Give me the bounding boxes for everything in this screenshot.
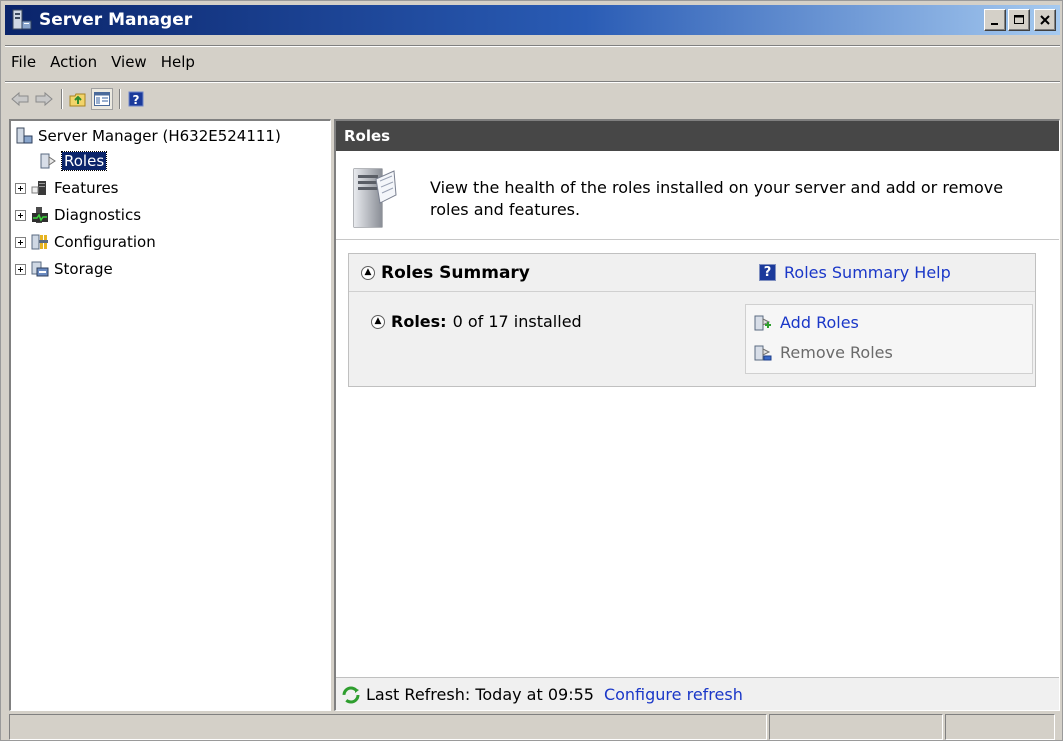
intro-section: View the health of the roles installed o… (350, 165, 1010, 231)
remove-roles-icon (754, 345, 772, 360)
tree-item-label: Roles (60, 151, 108, 171)
menu-help[interactable]: Help (154, 51, 202, 73)
help-button[interactable]: ? (125, 88, 147, 110)
last-refresh-text: Last Refresh: Today at 09:55 (366, 685, 594, 704)
expand-icon[interactable] (15, 236, 26, 248)
remove-roles-label: Remove Roles (780, 343, 893, 362)
roles-summary-header: ▲ Roles Summary ? Roles Summary Help (349, 254, 1035, 292)
forward-arrow-icon (35, 91, 53, 107)
collapse-icon[interactable]: ▲ (361, 265, 375, 280)
diagnostics-icon (32, 207, 48, 223)
help-icon: ? (759, 264, 776, 281)
menu-view[interactable]: View (104, 51, 154, 73)
refresh-icon (342, 686, 360, 703)
minimize-icon (991, 23, 998, 25)
caption-buttons (982, 9, 1056, 31)
configuration-icon (31, 234, 48, 250)
roles-label: Roles: (391, 312, 447, 331)
tree-root[interactable]: Server Manager (H632E524111) (15, 123, 281, 149)
status-cell-2 (769, 714, 943, 740)
svg-text:?: ? (133, 93, 140, 107)
tree-root-label: Server Manager (H632E524111) (38, 127, 281, 145)
configure-refresh-link[interactable]: Configure refresh (604, 685, 743, 704)
back-button[interactable] (9, 88, 31, 110)
server-roles-icon (353, 168, 397, 228)
tree-item-diagnostics[interactable]: Diagnostics (15, 202, 141, 228)
tree-item-roles[interactable]: Roles (39, 148, 108, 174)
content-header: Roles (336, 121, 1059, 151)
status-cell-3 (945, 714, 1055, 740)
back-arrow-icon (11, 91, 29, 107)
storage-icon (31, 261, 49, 277)
show-hide-tree-icon (94, 92, 110, 106)
tree-item-label: Diagnostics (54, 206, 142, 224)
divider (5, 45, 1060, 47)
roles-summary-title: Roles Summary (381, 262, 530, 283)
tree-item-label: Features (54, 179, 119, 197)
console-tree: Server Manager (H632E524111) Roles Featu… (9, 119, 331, 711)
toolbar-separator (61, 89, 63, 109)
add-roles-icon (754, 315, 771, 330)
up-one-level-button[interactable] (67, 88, 89, 110)
title-bar[interactable]: Server Manager (5, 5, 1060, 35)
tree-item-storage[interactable]: Storage (15, 256, 113, 282)
server-manager-window: Server Manager File Action View Help ? S… (0, 0, 1063, 741)
roles-installed-count: 0 of 17 installed (452, 312, 582, 331)
expand-icon[interactable] (15, 182, 26, 194)
divider (336, 239, 1059, 240)
tree-item-configuration[interactable]: Configuration (15, 229, 156, 255)
menu-file[interactable]: File (5, 51, 43, 73)
divider (5, 81, 1060, 83)
roles-summary-section: ▲ Roles Summary ? Roles Summary Help ▲ R… (348, 253, 1036, 387)
maximize-icon (1014, 15, 1024, 24)
toolbar-separator (119, 89, 121, 109)
menu-bar: File Action View Help (5, 49, 202, 75)
roles-summary-help-link[interactable]: ? Roles Summary Help (759, 263, 951, 282)
show-hide-console-tree-button[interactable] (91, 88, 113, 110)
intro-text: View the health of the roles installed o… (430, 178, 1004, 219)
server-manager-icon (16, 127, 33, 144)
close-icon (1040, 15, 1050, 25)
forward-button[interactable] (33, 88, 55, 110)
tree-item-label: Configuration (54, 233, 156, 251)
toolbar: ? (9, 87, 149, 111)
server-manager-icon (12, 9, 32, 30)
expand-icon[interactable] (15, 209, 26, 221)
roles-tasks-panel: Add Roles Remove Roles (745, 304, 1033, 374)
status-bar (9, 714, 1060, 740)
close-button[interactable] (1034, 9, 1056, 31)
tree-item-features[interactable]: Features (15, 175, 119, 201)
collapse-icon[interactable]: ▲ (371, 314, 385, 329)
window-title: Server Manager (39, 10, 193, 30)
up-folder-icon (69, 93, 86, 107)
remove-roles-link[interactable]: Remove Roles (754, 343, 893, 362)
refresh-footer: Last Refresh: Today at 09:55 Configure r… (336, 677, 1059, 710)
tree-item-label: Storage (54, 260, 113, 278)
maximize-button[interactable] (1008, 9, 1030, 31)
add-roles-label: Add Roles (780, 313, 859, 332)
menu-action[interactable]: Action (43, 51, 104, 73)
roles-status-line: ▲ Roles: 0 of 17 installed (371, 312, 582, 331)
add-roles-link[interactable]: Add Roles (754, 313, 859, 332)
minimize-button[interactable] (984, 9, 1006, 31)
features-icon (31, 181, 46, 195)
help-link-label: Roles Summary Help (784, 263, 951, 282)
status-cell-main (9, 714, 767, 740)
details-pane: Roles View the health of the roles insta… (334, 119, 1060, 711)
expand-icon[interactable] (15, 263, 26, 275)
help-icon: ? (128, 91, 144, 107)
roles-icon (40, 153, 56, 169)
